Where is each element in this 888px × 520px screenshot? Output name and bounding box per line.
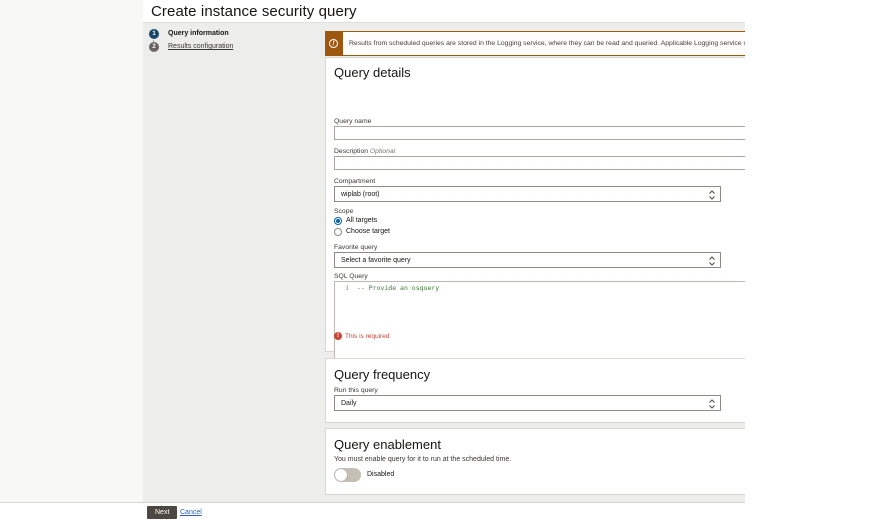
run-this-query-label: Run this query xyxy=(334,387,378,394)
sql-query-label: SQL Query xyxy=(334,273,368,280)
description-input[interactable] xyxy=(334,156,745,170)
error-message: This is required xyxy=(345,333,389,340)
query-enablement-heading: Query enablement xyxy=(334,437,441,452)
query-enablement-card: Query enablement You must enable query f… xyxy=(325,428,745,495)
description-optional-hint: Optional xyxy=(370,148,395,155)
query-frequency-card: Query frequency Run this query Daily xyxy=(325,358,745,423)
toggle-state-label: Disabled xyxy=(367,471,394,478)
footer-bar: Next Cancel xyxy=(0,502,745,520)
chevron-updown-icon xyxy=(708,189,716,201)
step-2-label[interactable]: Results configuration xyxy=(168,43,233,50)
query-name-label: Query name xyxy=(334,118,371,125)
favorite-query-select[interactable]: Select a favorite query xyxy=(334,252,721,268)
step-2-circle: 2 xyxy=(149,42,159,52)
frequency-selected-value: Daily xyxy=(341,400,357,407)
compartment-select[interactable]: wiplab (root) xyxy=(334,186,721,202)
query-details-card: Query details Query name Description Opt… xyxy=(325,57,745,352)
editor-line-number: 1 xyxy=(335,284,349,292)
favorite-query-selected-value: Select a favorite query xyxy=(341,257,411,264)
description-label-text: Description xyxy=(334,148,368,155)
page-header: Create instance security query xyxy=(143,0,745,23)
enable-query-toggle[interactable] xyxy=(334,468,361,482)
step-1-label: Query information xyxy=(168,30,229,37)
enablement-description: You must enable query for it to run at t… xyxy=(334,456,511,463)
scope-label: Scope xyxy=(334,208,353,215)
radio-choose-target-label: Choose target xyxy=(346,228,390,235)
editor-code-comment: -- Provide an osquery xyxy=(357,284,439,292)
description-label: Description Optional xyxy=(334,148,395,155)
banner-icon-block: ! xyxy=(325,32,343,55)
step-1-circle: 1 xyxy=(149,29,159,39)
left-margin xyxy=(0,0,143,502)
page-title: Create instance security query xyxy=(151,3,357,20)
favorite-query-label: Favorite query xyxy=(334,244,377,251)
radio-all-targets[interactable] xyxy=(334,217,342,225)
error-circle-icon: ! xyxy=(334,332,342,340)
cancel-link[interactable]: Cancel xyxy=(180,509,202,516)
compartment-label: Compartment xyxy=(334,178,375,185)
compartment-selected-value: wiplab (root) xyxy=(341,191,380,198)
radio-choose-target[interactable] xyxy=(334,228,342,236)
sql-query-editor[interactable]: 1 -- Provide an osquery xyxy=(334,281,745,362)
frequency-select[interactable]: Daily xyxy=(334,395,721,411)
radio-all-targets-label: All targets xyxy=(346,217,377,224)
page-body: 1 Query information 2 Results configurat… xyxy=(143,23,745,502)
toggle-knob xyxy=(335,469,347,481)
banner-message: Results from scheduled queries are store… xyxy=(349,40,745,47)
chevron-updown-icon xyxy=(708,255,716,267)
chevron-updown-icon xyxy=(708,398,716,410)
logging-charges-banner: ! Results from scheduled queries are sto… xyxy=(325,31,745,56)
query-frequency-heading: Query frequency xyxy=(334,367,430,382)
next-button[interactable]: Next xyxy=(147,506,177,519)
query-details-heading: Query details xyxy=(334,65,411,80)
query-name-input[interactable] xyxy=(334,126,745,140)
alert-circle-icon: ! xyxy=(328,38,338,48)
create-query-page: Create instance security query 1 Query i… xyxy=(0,0,888,520)
